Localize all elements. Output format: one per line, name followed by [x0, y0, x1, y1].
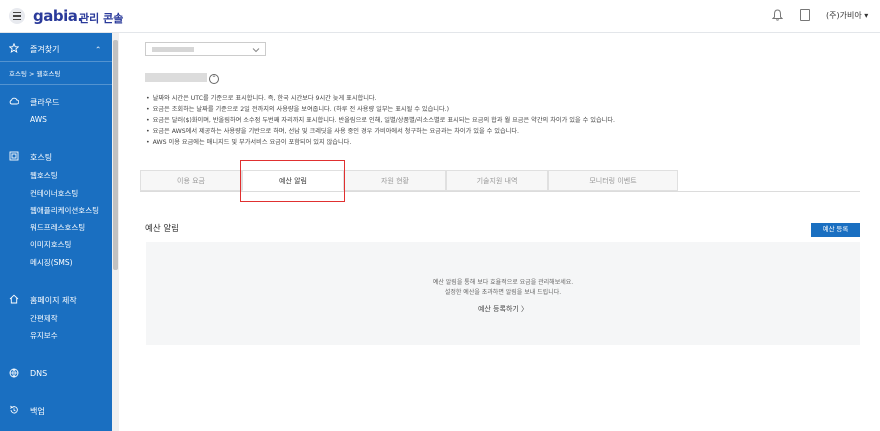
sidebar-hosting[interactable]: 호스팅 — [30, 152, 52, 163]
sidebar-scrollbar-thumb[interactable] — [113, 40, 118, 270]
sidebar-item-maintenance[interactable]: 유지보수 — [30, 330, 58, 341]
section-title: 예산 알림 — [145, 224, 179, 234]
divider — [0, 61, 112, 62]
star-icon — [9, 43, 19, 53]
sidebar-item-webapp-hosting[interactable]: 웹애플리케이션호스팅 — [30, 205, 99, 216]
sidebar-item-web-hosting[interactable]: 웹호스팅 — [30, 170, 58, 181]
notice-item: AWS 이용 요금에는 매니지드 및 부가서비스 요금이 포함되어 있지 않습니… — [146, 137, 746, 148]
sidebar-dns[interactable]: DNS — [30, 369, 47, 378]
sidebar-item-easy-build[interactable]: 간편제작 — [30, 313, 58, 324]
sidebar-homepage[interactable]: 홈페이지 제작 — [30, 295, 77, 306]
home-icon — [9, 294, 19, 304]
tab-monitoring-events[interactable]: 모니터링 이벤트 — [548, 170, 678, 191]
bell-icon[interactable] — [772, 9, 783, 21]
collapse-toggle-icon[interactable]: ⌃ — [209, 74, 219, 84]
sidebar-favorites[interactable]: 즐겨찾기 — [30, 44, 59, 55]
notice-item: 요금은 조회하는 날짜를 기준으로 2일 전까지의 사용량을 보여줍니다. (하… — [146, 104, 746, 115]
menu-icon[interactable] — [9, 8, 25, 24]
sidebar-item-container-hosting[interactable]: 컨테이너호스팅 — [30, 188, 78, 199]
top-bar: gabia. 관리 콘솔 (주)가비아 ▾ — [0, 0, 880, 33]
account-select[interactable] — [145, 42, 266, 56]
tab-resource-status[interactable]: 자원 현황 — [344, 170, 446, 191]
sidebar-item-sms[interactable]: 메시징(SMS) — [30, 257, 73, 268]
redacted-value — [152, 47, 194, 52]
logo[interactable]: gabia. — [33, 7, 83, 25]
server-icon — [9, 151, 19, 161]
sidebar-cloud[interactable]: 클라우드 — [30, 97, 59, 108]
empty-message: 예산 알림을 통해 보다 효율적으로 요금을 관리해보세요. — [432, 279, 574, 286]
highlight-box — [240, 160, 345, 202]
notice-item: 요금은 AWS에서 제공하는 사용량을 기반으로 하며, 선납 및 크레딧을 사… — [146, 126, 746, 137]
notice-item: 날짜와 시간은 UTC를 기준으로 표시합니다. 즉, 한국 시간보다 9시간 … — [146, 93, 746, 104]
redacted-account-name — [145, 73, 207, 82]
chevron-up-icon[interactable]: ⌃ — [95, 45, 101, 54]
empty-message: 설정한 예산을 초과하면 알림을 보내 드립니다. — [444, 289, 562, 296]
user-menu[interactable]: (주)가비아 ▾ — [826, 10, 868, 21]
globe-icon — [9, 368, 19, 378]
divider — [0, 84, 112, 85]
sidebar-item-image-hosting[interactable]: 이미지호스팅 — [30, 239, 71, 250]
notice-list: 날짜와 시간은 UTC를 기준으로 표시합니다. 즉, 한국 시간보다 9시간 … — [146, 93, 746, 148]
sidebar-item-wordpress-hosting[interactable]: 워드프레스호스팅 — [30, 222, 85, 233]
register-budget-button[interactable]: 예산 등록 — [811, 223, 860, 237]
sidebar-item-aws[interactable]: AWS — [30, 115, 47, 124]
notice-item: 요금은 달러($)화이며, 반올림하여 소수점 두번째 자리까지 표시합니다. … — [146, 115, 746, 126]
empty-state: 예산 알림을 통해 보다 효율적으로 요금을 관리해보세요. 설정한 예산을 초… — [146, 242, 860, 345]
favorite-item-web-hosting[interactable]: 호스팅 > 웹호스팅 — [9, 68, 60, 78]
tab-usage-fee[interactable]: 이용 요금 — [140, 170, 242, 191]
document-icon[interactable] — [800, 9, 810, 21]
cloud-icon — [9, 97, 19, 105]
register-budget-link[interactable]: 예산 등록하기 〉 — [146, 304, 860, 314]
tab-support-history[interactable]: 기술지원 내역 — [446, 170, 548, 191]
backup-icon — [10, 405, 18, 414]
sidebar: 즐겨찾기 ⌃ 호스팅 > 웹호스팅 클라우드 AWS 호스팅 웹호스팅 컨테이너… — [0, 33, 112, 431]
logo-subtitle: 관리 콘솔 — [79, 12, 124, 25]
chevron-down-icon — [252, 48, 260, 53]
sidebar-backup[interactable]: 백업 — [30, 406, 45, 417]
